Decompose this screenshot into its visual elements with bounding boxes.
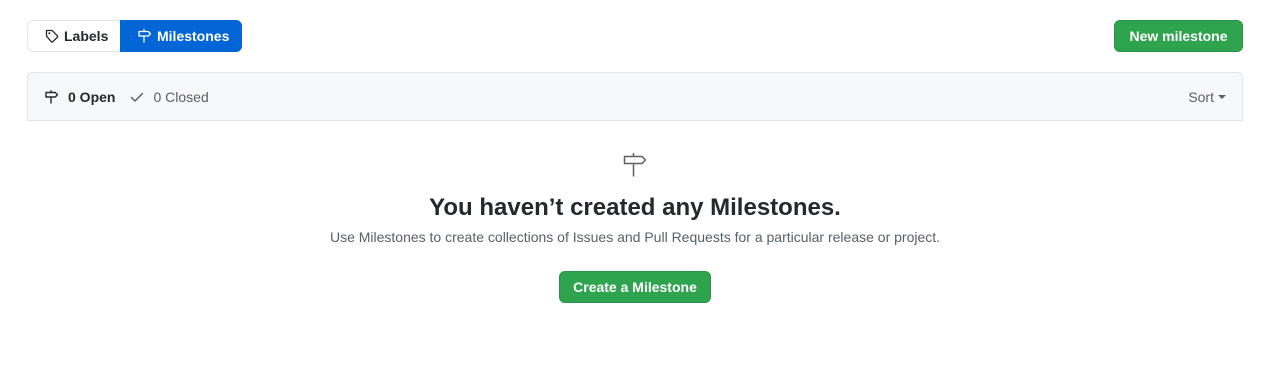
milestone-icon	[137, 28, 153, 44]
tag-icon	[44, 28, 60, 44]
empty-state-title: You haven’t created any Milestones.	[429, 194, 841, 221]
open-filter-link[interactable]: 0 Open	[44, 89, 115, 105]
empty-state: You haven’t created any Milestones. Use …	[27, 121, 1243, 303]
closed-count-label: 0 Closed	[153, 88, 209, 105]
create-milestone-button[interactable]: Create a Milestone	[559, 271, 711, 303]
sort-label: Sort	[1188, 88, 1214, 105]
subnav-milestones-text: Milestones	[157, 28, 230, 44]
milestone-icon	[622, 152, 648, 178]
milestones-filter-header: 0 Open 0 Closed Sort	[27, 72, 1243, 121]
state-filters: 0 Open 0 Closed	[44, 73, 223, 120]
labels-milestones-subnav: Labels Milestones	[27, 20, 242, 52]
subnav-item-labels[interactable]: Labels	[27, 20, 120, 52]
empty-state-description: Use Milestones to create collections of …	[329, 229, 941, 245]
closed-filter-link[interactable]: 0 Closed	[129, 88, 209, 105]
subnav-item-milestones[interactable]: Milestones	[120, 20, 242, 52]
sort-dropdown[interactable]: Sort	[1188, 73, 1226, 120]
milestone-icon	[44, 89, 60, 105]
top-toolbar: Labels Milestones New milestone	[27, 20, 1243, 52]
open-count-label: 0 Open	[68, 88, 116, 105]
new-milestone-button[interactable]: New milestone	[1114, 20, 1243, 52]
check-icon	[129, 89, 145, 105]
subnav-labels-text: Labels	[64, 28, 109, 44]
caret-down-icon	[1218, 94, 1226, 99]
